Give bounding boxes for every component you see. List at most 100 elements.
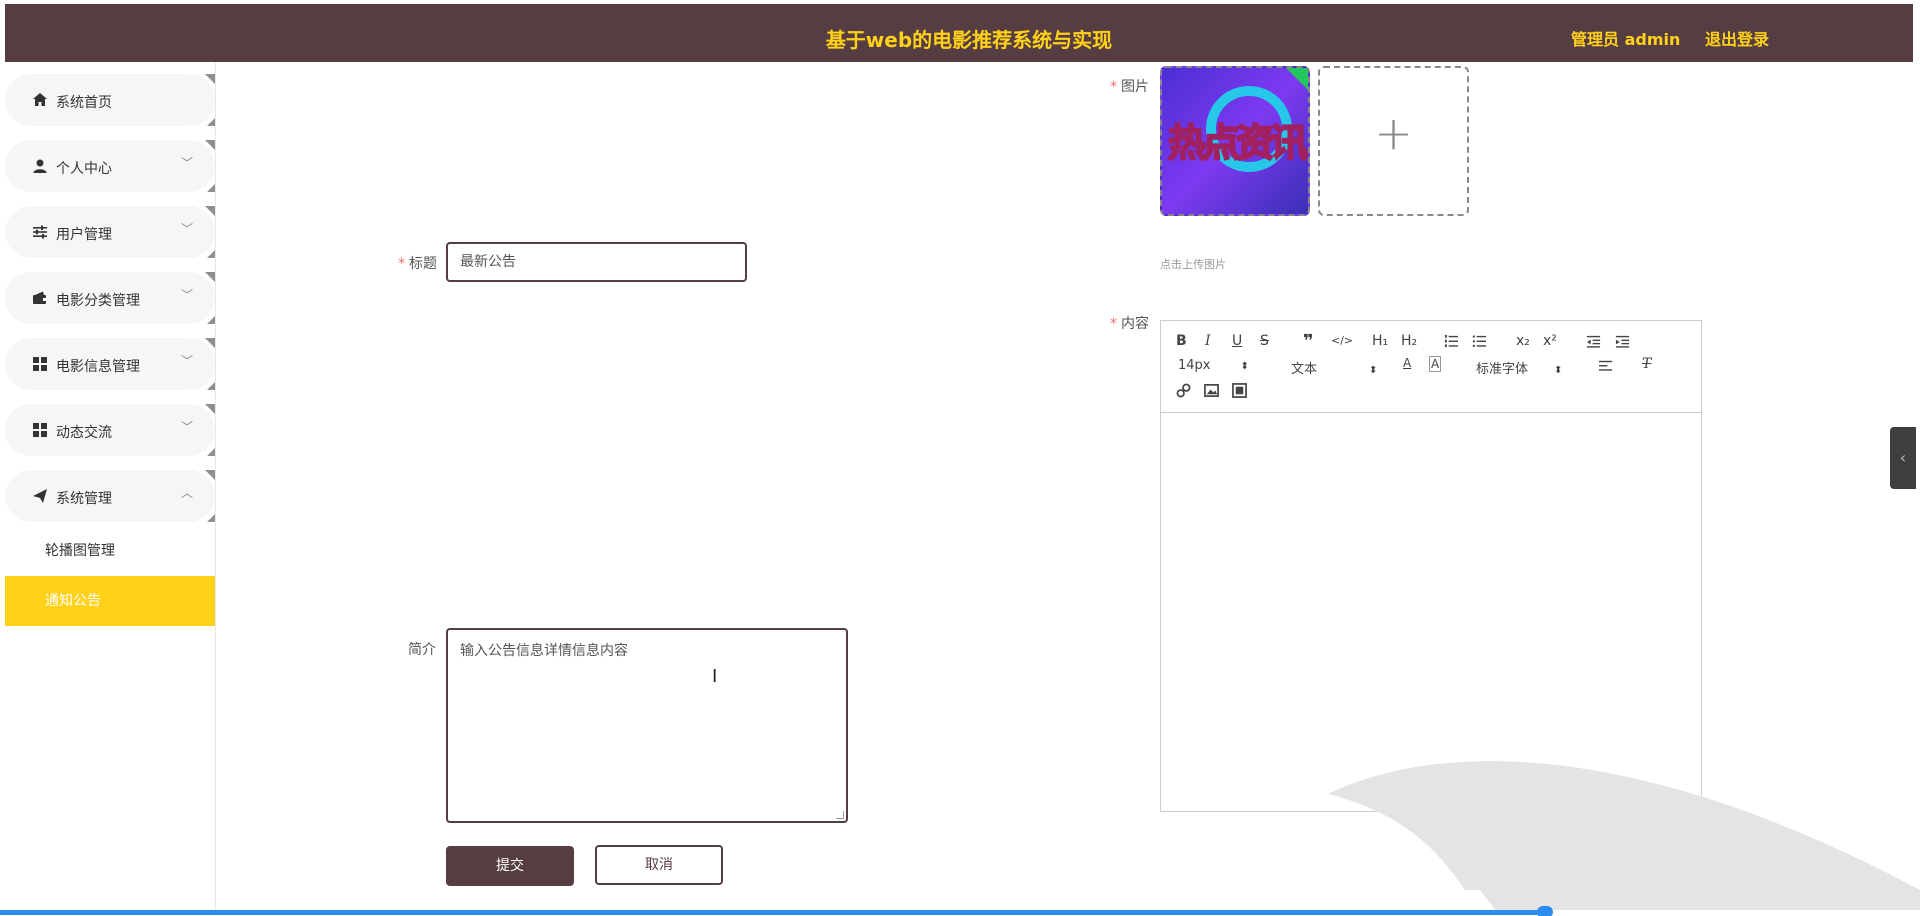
outdent-icon[interactable] — [1586, 334, 1601, 349]
italic-button[interactable]: I — [1205, 333, 1211, 349]
title-label: * 标题 — [398, 253, 437, 273]
chevron-down-icon: ﹀ — [180, 156, 193, 170]
background-color-icon[interactable]: A — [1429, 356, 1442, 372]
sidebar-item-label: 电影信息管理 — [56, 359, 140, 375]
required-mark: * — [1110, 79, 1117, 95]
user-icon — [33, 159, 47, 173]
grid-icon — [33, 423, 47, 437]
sidebar-item-home[interactable]: 系统首页 — [5, 74, 215, 126]
code-icon[interactable]: </> — [1331, 334, 1353, 347]
font-color-icon[interactable]: A — [1403, 356, 1411, 370]
corner-decoration — [205, 338, 215, 348]
underline-button[interactable]: U — [1232, 333, 1242, 349]
corner-decoration — [205, 74, 215, 84]
upload-tip: 点击上传图片 — [1160, 258, 1226, 271]
page: 基于web的电影推荐系统与实现 管理员 admin 退出登录 系统首页 个人中心… — [0, 0, 1920, 916]
logout-link[interactable]: 退出登录 — [1705, 26, 1769, 50]
video-icon[interactable] — [1232, 383, 1247, 398]
home-icon — [33, 93, 47, 106]
submit-button[interactable]: 提交 — [446, 846, 574, 886]
collapse-panel-tab[interactable]: ‹ — [1890, 427, 1916, 489]
indent-icon[interactable] — [1615, 334, 1630, 349]
thumbnail-corner — [1286, 68, 1308, 90]
clear-format-icon[interactable]: T — [1642, 356, 1651, 372]
sidebar-item-system-management[interactable]: 系统管理 ︿ — [5, 470, 215, 522]
text-cursor-icon: Ⅰ — [712, 666, 718, 687]
required-mark: * — [1110, 316, 1117, 332]
corner-decoration — [207, 514, 215, 522]
block-type-select[interactable]: 文本 ⬍ — [1291, 358, 1377, 377]
subscript-button[interactable]: x₂ — [1516, 333, 1530, 349]
background-swoosh — [640, 761, 1920, 916]
wallet-icon — [33, 291, 47, 304]
grid-icon — [33, 357, 47, 371]
chevron-down-icon: ﹀ — [180, 354, 193, 368]
chevron-down-icon: ﹀ — [180, 420, 193, 434]
strike-button[interactable]: S — [1260, 333, 1269, 349]
chevron-left-icon: ‹ — [1899, 448, 1907, 467]
sidebar-item-movie-category[interactable]: 电影分类管理 ﹀ — [5, 272, 215, 324]
heading1-button[interactable]: H₁ — [1372, 333, 1388, 349]
title-label-text: 标题 — [409, 256, 437, 272]
corner-decoration — [207, 316, 215, 324]
sidebar-item-label: 动态交流 — [56, 425, 112, 441]
chevron-down-icon: ﹀ — [180, 222, 193, 236]
sidebar-subitem-carousel[interactable]: 轮播图管理 — [5, 526, 215, 576]
sidebar-item-user-management[interactable]: 用户管理 ﹀ — [5, 206, 215, 258]
sidebar-item-personal-center[interactable]: 个人中心 ﹀ — [5, 140, 215, 192]
sidebar-item-label: 系统管理 — [56, 491, 112, 507]
plus-icon: + — [1374, 106, 1413, 160]
chevron-down-icon: ﹀ — [180, 288, 193, 302]
bold-button[interactable]: B — [1176, 333, 1187, 349]
chevron-up-icon: ︿ — [180, 486, 193, 500]
content-label-text: 内容 — [1121, 316, 1149, 332]
intro-text: 输入公告信息详情信息内容 — [460, 643, 628, 659]
sidebar: 系统首页 个人中心 ﹀ 用户管理 ﹀ 电影分类管理 ﹀ 电影信息管理 ﹀ 动态交… — [5, 62, 216, 916]
sidebar-item-movie-info[interactable]: 电影信息管理 ﹀ — [5, 338, 215, 390]
rich-text-editor[interactable]: B I U S ❞ </> H₁ H₂ x₂ x² 14px ⬍ 文本 ⬍ A A … — [1160, 320, 1702, 812]
corner-decoration — [205, 140, 215, 150]
content-label: * 内容 — [1110, 313, 1149, 333]
image-label: * 图片 — [1110, 76, 1149, 96]
corner-decoration — [205, 206, 215, 216]
sidebar-item-label: 系统首页 — [56, 95, 112, 111]
superscript-button[interactable]: x² — [1543, 333, 1557, 349]
upload-image-button[interactable]: + — [1318, 66, 1469, 216]
sidebar-item-label: 个人中心 — [56, 161, 112, 177]
image-icon[interactable] — [1204, 383, 1219, 398]
required-mark: * — [398, 256, 405, 272]
intro-label-text: 简介 — [408, 642, 436, 658]
link-icon[interactable] — [1176, 383, 1191, 398]
corner-decoration — [207, 448, 215, 456]
sliders-icon — [33, 225, 47, 239]
progress-knob[interactable] — [1537, 906, 1553, 916]
current-user[interactable]: 管理员 admin — [1571, 26, 1680, 50]
corner-decoration — [205, 404, 215, 414]
font-family-select[interactable]: 标准字体 ⬍ — [1476, 358, 1562, 377]
image-label-text: 图片 — [1121, 79, 1149, 95]
corner-decoration — [207, 118, 215, 126]
bullet-list-icon[interactable] — [1472, 334, 1487, 349]
sidebar-item-label: 电影分类管理 — [56, 293, 140, 309]
corner-decoration — [207, 250, 215, 258]
ordered-list-icon[interactable] — [1444, 334, 1459, 349]
top-header: 基于web的电影推荐系统与实现 管理员 admin 退出登录 — [5, 4, 1913, 62]
editor-toolbar: B I U S ❞ </> H₁ H₂ x₂ x² 14px ⬍ 文本 ⬍ A A … — [1161, 321, 1701, 413]
intro-label: 简介 — [408, 639, 436, 659]
font-size-select[interactable]: 14px ⬍ — [1178, 358, 1249, 373]
title-input[interactable]: 最新公告 — [446, 242, 747, 282]
sidebar-item-dynamic-exchange[interactable]: 动态交流 ﹀ — [5, 404, 215, 456]
thumbnail-caption: 热点资讯 — [1167, 120, 1308, 166]
corner-decoration — [205, 272, 215, 282]
progress-fill — [0, 910, 1545, 915]
sidebar-subitem-notice[interactable]: 通知公告 — [5, 576, 215, 626]
corner-decoration — [207, 382, 215, 390]
blockquote-icon[interactable]: ❞ — [1303, 331, 1314, 352]
send-icon — [33, 489, 47, 503]
sidebar-item-label: 用户管理 — [56, 227, 112, 243]
align-icon[interactable] — [1598, 358, 1613, 373]
heading2-button[interactable]: H₂ — [1401, 333, 1417, 349]
uploaded-image-thumbnail[interactable]: 热点资讯 — [1160, 66, 1310, 216]
corner-decoration — [207, 184, 215, 192]
corner-decoration — [205, 470, 215, 480]
